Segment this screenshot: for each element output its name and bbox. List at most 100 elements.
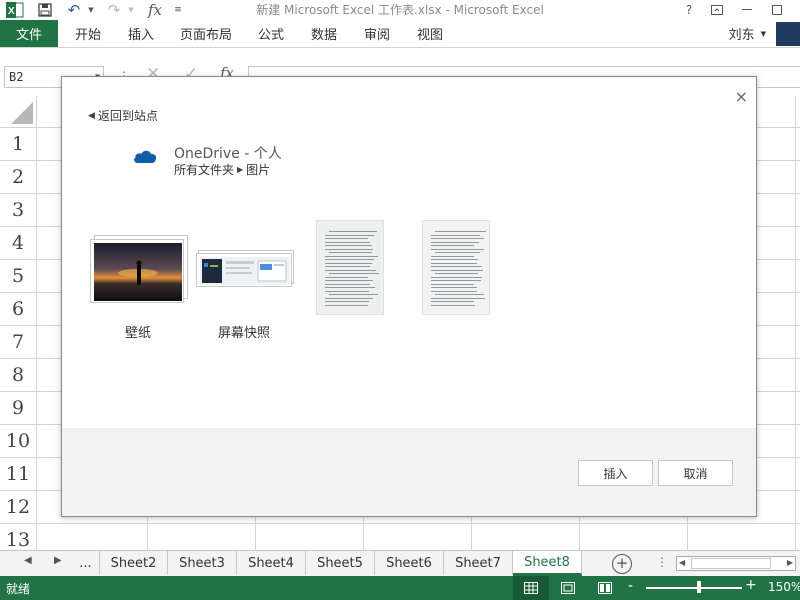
sheet-tab-sheet4[interactable]: Sheet4 [237,551,306,575]
zoom-slider-thumb[interactable] [697,581,701,593]
insert-picture-dialog: × ◀ 返回到站点 OneDrive - 个人 所有文件夹 ▶ 图片 壁纸 屏幕… [61,76,757,517]
document-text-line [435,273,479,274]
sheet-tab-sheet8[interactable]: Sheet8 [513,551,582,576]
chevron-left-icon: ◀ [88,110,95,121]
row-gridline [37,523,800,524]
zoom-slider[interactable] [646,587,742,589]
row-header[interactable]: 12 [0,491,37,524]
screenshot-thumbnail-icon [200,257,290,285]
row-header[interactable]: 11 [0,458,37,491]
status-bar: 就绪 - + 150% [0,576,800,600]
sheet-tab-sheet5[interactable]: Sheet5 [306,551,375,575]
scroll-left-icon[interactable]: ◀ [679,558,685,567]
insert-button[interactable]: 插入 [578,460,653,486]
column-gridline [795,96,796,550]
normal-view-icon[interactable] [513,576,549,600]
restore-icon[interactable] [762,0,792,20]
folder-tile-wallpaper[interactable] [90,235,188,303]
select-all-button[interactable] [0,96,37,128]
document-text-line [431,266,483,267]
folder-label-wallpaper: 壁纸 [124,326,151,341]
close-icon[interactable]: × [735,87,748,106]
sheet-tab-sheet6[interactable]: Sheet6 [375,551,444,575]
document-text-line [325,238,369,239]
document-text-line [431,297,485,299]
breadcrumb-root[interactable]: 所有文件夹 [174,161,234,178]
file-tab[interactable]: 文件 [0,20,58,47]
row-header[interactable]: 6 [0,293,37,326]
user-name[interactable]: 刘东 ▼ [729,20,766,47]
service-name: OneDrive - 个人 [174,146,282,162]
zoom-level[interactable]: 150% [768,580,800,594]
tab-data[interactable]: 数据 [311,20,337,47]
document-text-line [329,273,379,274]
document-text-line [325,234,374,236]
minimize-icon[interactable] [732,0,762,20]
page-layout-view-icon[interactable] [550,576,586,600]
folder-label-screenshots: 屏幕快照 [217,326,270,341]
document-text-line [431,255,474,257]
document-text-line [431,262,477,264]
avatar[interactable] [776,22,800,46]
breadcrumb-current: 图片 [246,163,271,177]
name-box-value: B2 [9,70,24,84]
document-text-line [431,241,480,243]
document-text-line [431,280,482,281]
tab-review[interactable]: 审阅 [364,20,390,47]
document-text-line [325,287,376,288]
document-text-line [435,294,485,295]
tab-insert[interactable]: 插入 [128,20,154,47]
scroll-tabs-right-icon[interactable]: ▶ [54,555,62,566]
zoom-in-button[interactable]: + [745,577,757,593]
row-header[interactable]: 9 [0,392,37,425]
sheet-tab-sheet7[interactable]: Sheet7 [444,551,513,575]
document-text-line [325,245,373,246]
horizontal-scrollbar[interactable]: ◀ ▶ [676,556,796,571]
document-text-line [431,269,484,271]
document-text-line [325,304,368,306]
row-header[interactable]: 4 [0,227,37,260]
tab-formulas[interactable]: 公式 [258,20,284,47]
row-header[interactable]: 5 [0,260,37,293]
row-header[interactable]: 3 [0,194,37,227]
document-text-line [325,301,370,302]
back-to-sites-link[interactable]: ◀ 返回到站点 [88,107,158,124]
sheet-tab-sheet3[interactable]: Sheet3 [168,551,237,575]
sheet-tab-sheet2[interactable]: Sheet2 [100,551,168,575]
scroll-right-icon[interactable]: ▶ [787,558,793,567]
user-dropdown-icon: ▼ [760,29,766,38]
help-button[interactable]: ? [674,0,704,20]
document-text-line [325,280,373,281]
document-text-line [435,252,481,253]
image-tile-document-2[interactable] [422,220,490,315]
onedrive-icon [132,147,158,165]
page-break-preview-icon[interactable] [587,576,623,600]
ribbon-display-options-icon[interactable] [702,0,732,20]
scrollbar-thumb[interactable] [691,558,771,569]
document-text-line [329,294,378,295]
row-header[interactable]: 7 [0,326,37,359]
tab-home[interactable]: 开始 [75,20,101,47]
title-bar: X ↶ ▼ ↷ ▼ fx ≡ 新建 Microsoft Excel 工作表.xl… [0,0,800,20]
row-header[interactable]: 8 [0,359,37,392]
zoom-out-button[interactable]: - [628,578,633,594]
add-sheet-icon[interactable]: + [612,554,632,574]
document-text-line [431,283,474,285]
more-sheets-button[interactable]: ... [72,551,100,575]
ribbon-tabs: 文件 开始 插入 页面布局 公式 数据 审阅 视图 刘东 ▼ [0,20,800,48]
cancel-button[interactable]: 取消 [658,460,733,486]
tab-splitter-icon[interactable]: ⋮ [656,555,668,569]
row-header[interactable]: 13 [0,524,37,550]
tab-view[interactable]: 视图 [417,20,443,47]
row-header[interactable]: 10 [0,425,37,458]
document-text-line [325,262,372,264]
document-text-line [431,290,477,292]
image-tile-document-1[interactable] [316,220,384,315]
tab-page-layout[interactable]: 页面布局 [180,20,232,47]
row-header[interactable]: 1 [0,128,37,161]
folder-tile-screenshots[interactable] [196,250,294,288]
document-text-line [325,248,374,250]
folder-thumbnail-frame [90,239,184,303]
row-header[interactable]: 2 [0,161,37,194]
scroll-tabs-left-icon[interactable]: ◀ [24,555,32,566]
